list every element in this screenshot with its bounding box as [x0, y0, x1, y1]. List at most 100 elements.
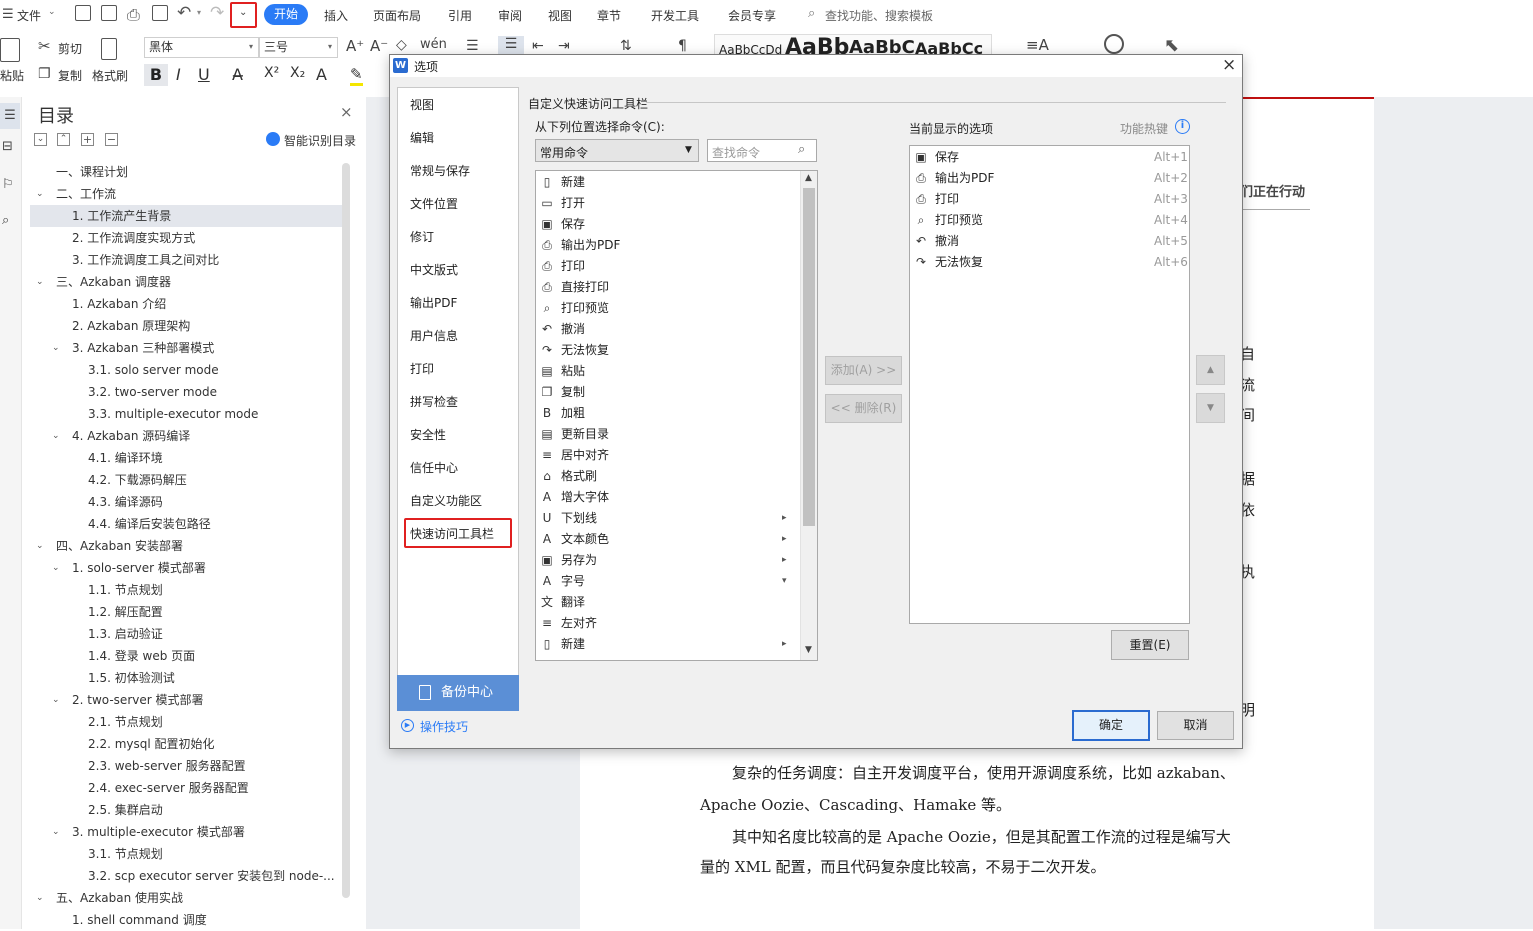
- command-list-scrollbar[interactable]: ▲ ▼: [800, 171, 817, 660]
- navigation-icon[interactable]: ⊟: [2, 139, 13, 154]
- save-icon[interactable]: [75, 5, 91, 21]
- toc-item[interactable]: 3.2. two-server mode: [30, 381, 350, 403]
- copy-icon[interactable]: ❐: [38, 66, 51, 82]
- nav-item[interactable]: 打印: [410, 360, 434, 377]
- chevron-down-icon[interactable]: ▾: [249, 42, 253, 51]
- info-icon[interactable]: i: [1175, 119, 1190, 134]
- grow-font-icon[interactable]: A⁺: [346, 37, 364, 55]
- tab-chapter[interactable]: 章节: [597, 7, 621, 24]
- remove-command-button[interactable]: << 删除(R): [825, 394, 902, 423]
- clear-format-icon[interactable]: ◇: [396, 37, 407, 53]
- toc-item[interactable]: 4.1. 编译环境: [30, 447, 350, 469]
- nav-item[interactable]: 文件位置: [410, 195, 458, 212]
- paste-icon[interactable]: [0, 38, 20, 62]
- font-size-select[interactable]: 三号: [259, 37, 338, 58]
- nav-item[interactable]: 安全性: [410, 426, 446, 443]
- toc-item[interactable]: 3. 工作流调度工具之间对比: [30, 249, 350, 271]
- tab-start[interactable]: 开始: [264, 4, 308, 25]
- toc-item[interactable]: 1.5. 初体验测试: [30, 667, 350, 689]
- tab-review[interactable]: 审阅: [498, 7, 522, 24]
- toc-scrollbar[interactable]: [342, 163, 350, 898]
- current-item[interactable]: ▣ 保存 Alt+1: [914, 147, 1190, 168]
- print-icon[interactable]: ⎙: [127, 5, 140, 25]
- nav-item[interactable]: 常规与保存: [410, 162, 470, 179]
- find-icon[interactable]: [1104, 34, 1124, 54]
- undo-icon[interactable]: ↶: [177, 3, 191, 23]
- toc-item[interactable]: 2.2. mysql 配置初始化: [30, 733, 350, 755]
- scroll-down-icon[interactable]: ▼: [805, 645, 812, 655]
- close-icon[interactable]: ×: [1222, 55, 1236, 75]
- qat-customize-button[interactable]: ⌄: [230, 2, 257, 28]
- toc-item[interactable]: 2. 工作流调度实现方式: [30, 227, 350, 249]
- tab-developer[interactable]: 开发工具: [651, 7, 699, 24]
- subscript-icon[interactable]: X₂: [290, 65, 305, 81]
- chevron-down-icon[interactable]: ▾: [328, 42, 332, 51]
- nav-item[interactable]: 信任中心: [410, 459, 458, 476]
- indent-icon[interactable]: ⇥: [558, 38, 570, 54]
- move-down-button[interactable]: ▼: [1196, 393, 1225, 423]
- tab-page-layout[interactable]: 页面布局: [373, 7, 421, 24]
- current-item[interactable]: ↷ 无法恢复 Alt+6: [914, 252, 1190, 273]
- chevron-down-icon[interactable]: ⌄: [36, 271, 46, 293]
- toc-item[interactable]: 一、课程计划: [30, 161, 350, 183]
- toc-panel-icon[interactable]: ☰: [0, 103, 20, 129]
- toc-item[interactable]: 4.4. 编译后安装包路径: [30, 513, 350, 535]
- nav-item[interactable]: 自定义功能区: [410, 492, 482, 509]
- toc-item[interactable]: 1.1. 节点规划: [30, 579, 350, 601]
- toc-item[interactable]: 3.3. multiple-executor mode: [30, 403, 350, 425]
- copy-button[interactable]: 复制: [58, 67, 82, 84]
- toc-item[interactable]: 2.5. 集群启动: [30, 799, 350, 821]
- toc-item[interactable]: ⌄ 二、工作流: [30, 183, 350, 205]
- command-search-box[interactable]: 查找命令 ⌕: [707, 139, 817, 162]
- nav-item[interactable]: 拼写检查: [410, 393, 458, 410]
- nav-item[interactable]: 中文版式: [410, 261, 458, 278]
- search-icon[interactable]: ⌕: [2, 213, 9, 228]
- chevron-down-icon[interactable]: ⌄: [52, 689, 62, 711]
- close-icon[interactable]: ×: [340, 103, 353, 121]
- toc-item[interactable]: ⌄ 3. Azkaban 三种部署模式: [30, 337, 350, 359]
- toc-item[interactable]: 4.2. 下载源码解压: [30, 469, 350, 491]
- toc-item[interactable]: ⌄ 3. multiple-executor 模式部署: [30, 821, 350, 843]
- toc-item[interactable]: ⌄ 1. solo-server 模式部署: [30, 557, 350, 579]
- text-effect-icon[interactable]: A: [316, 65, 327, 84]
- add-command-button[interactable]: 添加(A) >>: [825, 356, 902, 385]
- smart-toc-icon[interactable]: [266, 132, 280, 146]
- numbering-icon[interactable]: ☰: [498, 36, 524, 56]
- scissors-icon[interactable]: ✂: [38, 37, 51, 55]
- ok-button[interactable]: 确定: [1072, 710, 1150, 741]
- toc-item[interactable]: 1.2. 解压配置: [30, 601, 350, 623]
- current-item[interactable]: ⎙ 打印 Alt+3: [914, 189, 1190, 210]
- toc-item[interactable]: 1.4. 登录 web 页面: [30, 645, 350, 667]
- toc-item[interactable]: 4.3. 编译源码: [30, 491, 350, 513]
- underline-icon[interactable]: U: [198, 65, 210, 84]
- search-icon[interactable]: ⌕: [798, 142, 805, 157]
- nav-item[interactable]: 用户信息: [410, 327, 458, 344]
- toc-item[interactable]: 1. shell command 调度: [30, 909, 350, 931]
- toc-item[interactable]: 2.3. web-server 服务器配置: [30, 755, 350, 777]
- command-source-select[interactable]: 常用命令 ▼: [535, 139, 699, 162]
- toc-item[interactable]: ⌄ 2. two-server 模式部署: [30, 689, 350, 711]
- tips-link[interactable]: 操作技巧: [420, 718, 468, 735]
- dialog-titlebar[interactable]: W 选项 ×: [390, 55, 1242, 77]
- scroll-up-icon[interactable]: ▲: [805, 173, 812, 183]
- superscript-icon[interactable]: X²: [264, 65, 279, 81]
- move-up-button[interactable]: ▲: [1196, 355, 1225, 385]
- tab-member[interactable]: 会员专享: [728, 7, 776, 24]
- search-icon[interactable]: ⌕: [808, 6, 815, 21]
- toc-item[interactable]: ⌄ 4. Azkaban 源码编译: [30, 425, 350, 447]
- tab-references[interactable]: 引用: [448, 7, 472, 24]
- toc-item[interactable]: 3.1. 节点规划: [30, 843, 350, 865]
- current-item[interactable]: ↶ 撤消 Alt+5: [914, 231, 1190, 252]
- outdent-icon[interactable]: ⇤: [532, 38, 544, 54]
- collapse-all-icon[interactable]: ⌄: [34, 133, 47, 146]
- toc-item[interactable]: ⌄ 五、Azkaban 使用实战: [30, 887, 350, 909]
- paste-button[interactable]: 粘贴: [0, 67, 24, 84]
- toc-item[interactable]: 3.2. scp executor server 安装包到 node-...: [30, 865, 350, 887]
- command-list[interactable]: ▯ 新建 ▭ 打开 ▣ 保存 ⎙ 输出为PDF ⎙ 打印 ⎙ 直接打印 ⌕ 打印预览 ↶ 撤消 ↷ 无法恢复 ▤ 粘贴…: [535, 170, 818, 661]
- cut-button[interactable]: 剪切: [58, 40, 82, 57]
- redo-icon[interactable]: ↷: [210, 3, 224, 23]
- add-item-icon[interactable]: +: [81, 133, 94, 146]
- reset-button[interactable]: 重置(E): [1111, 630, 1189, 660]
- show-marks-icon[interactable]: ¶: [678, 38, 687, 54]
- select-icon[interactable]: ⬉: [1164, 35, 1179, 56]
